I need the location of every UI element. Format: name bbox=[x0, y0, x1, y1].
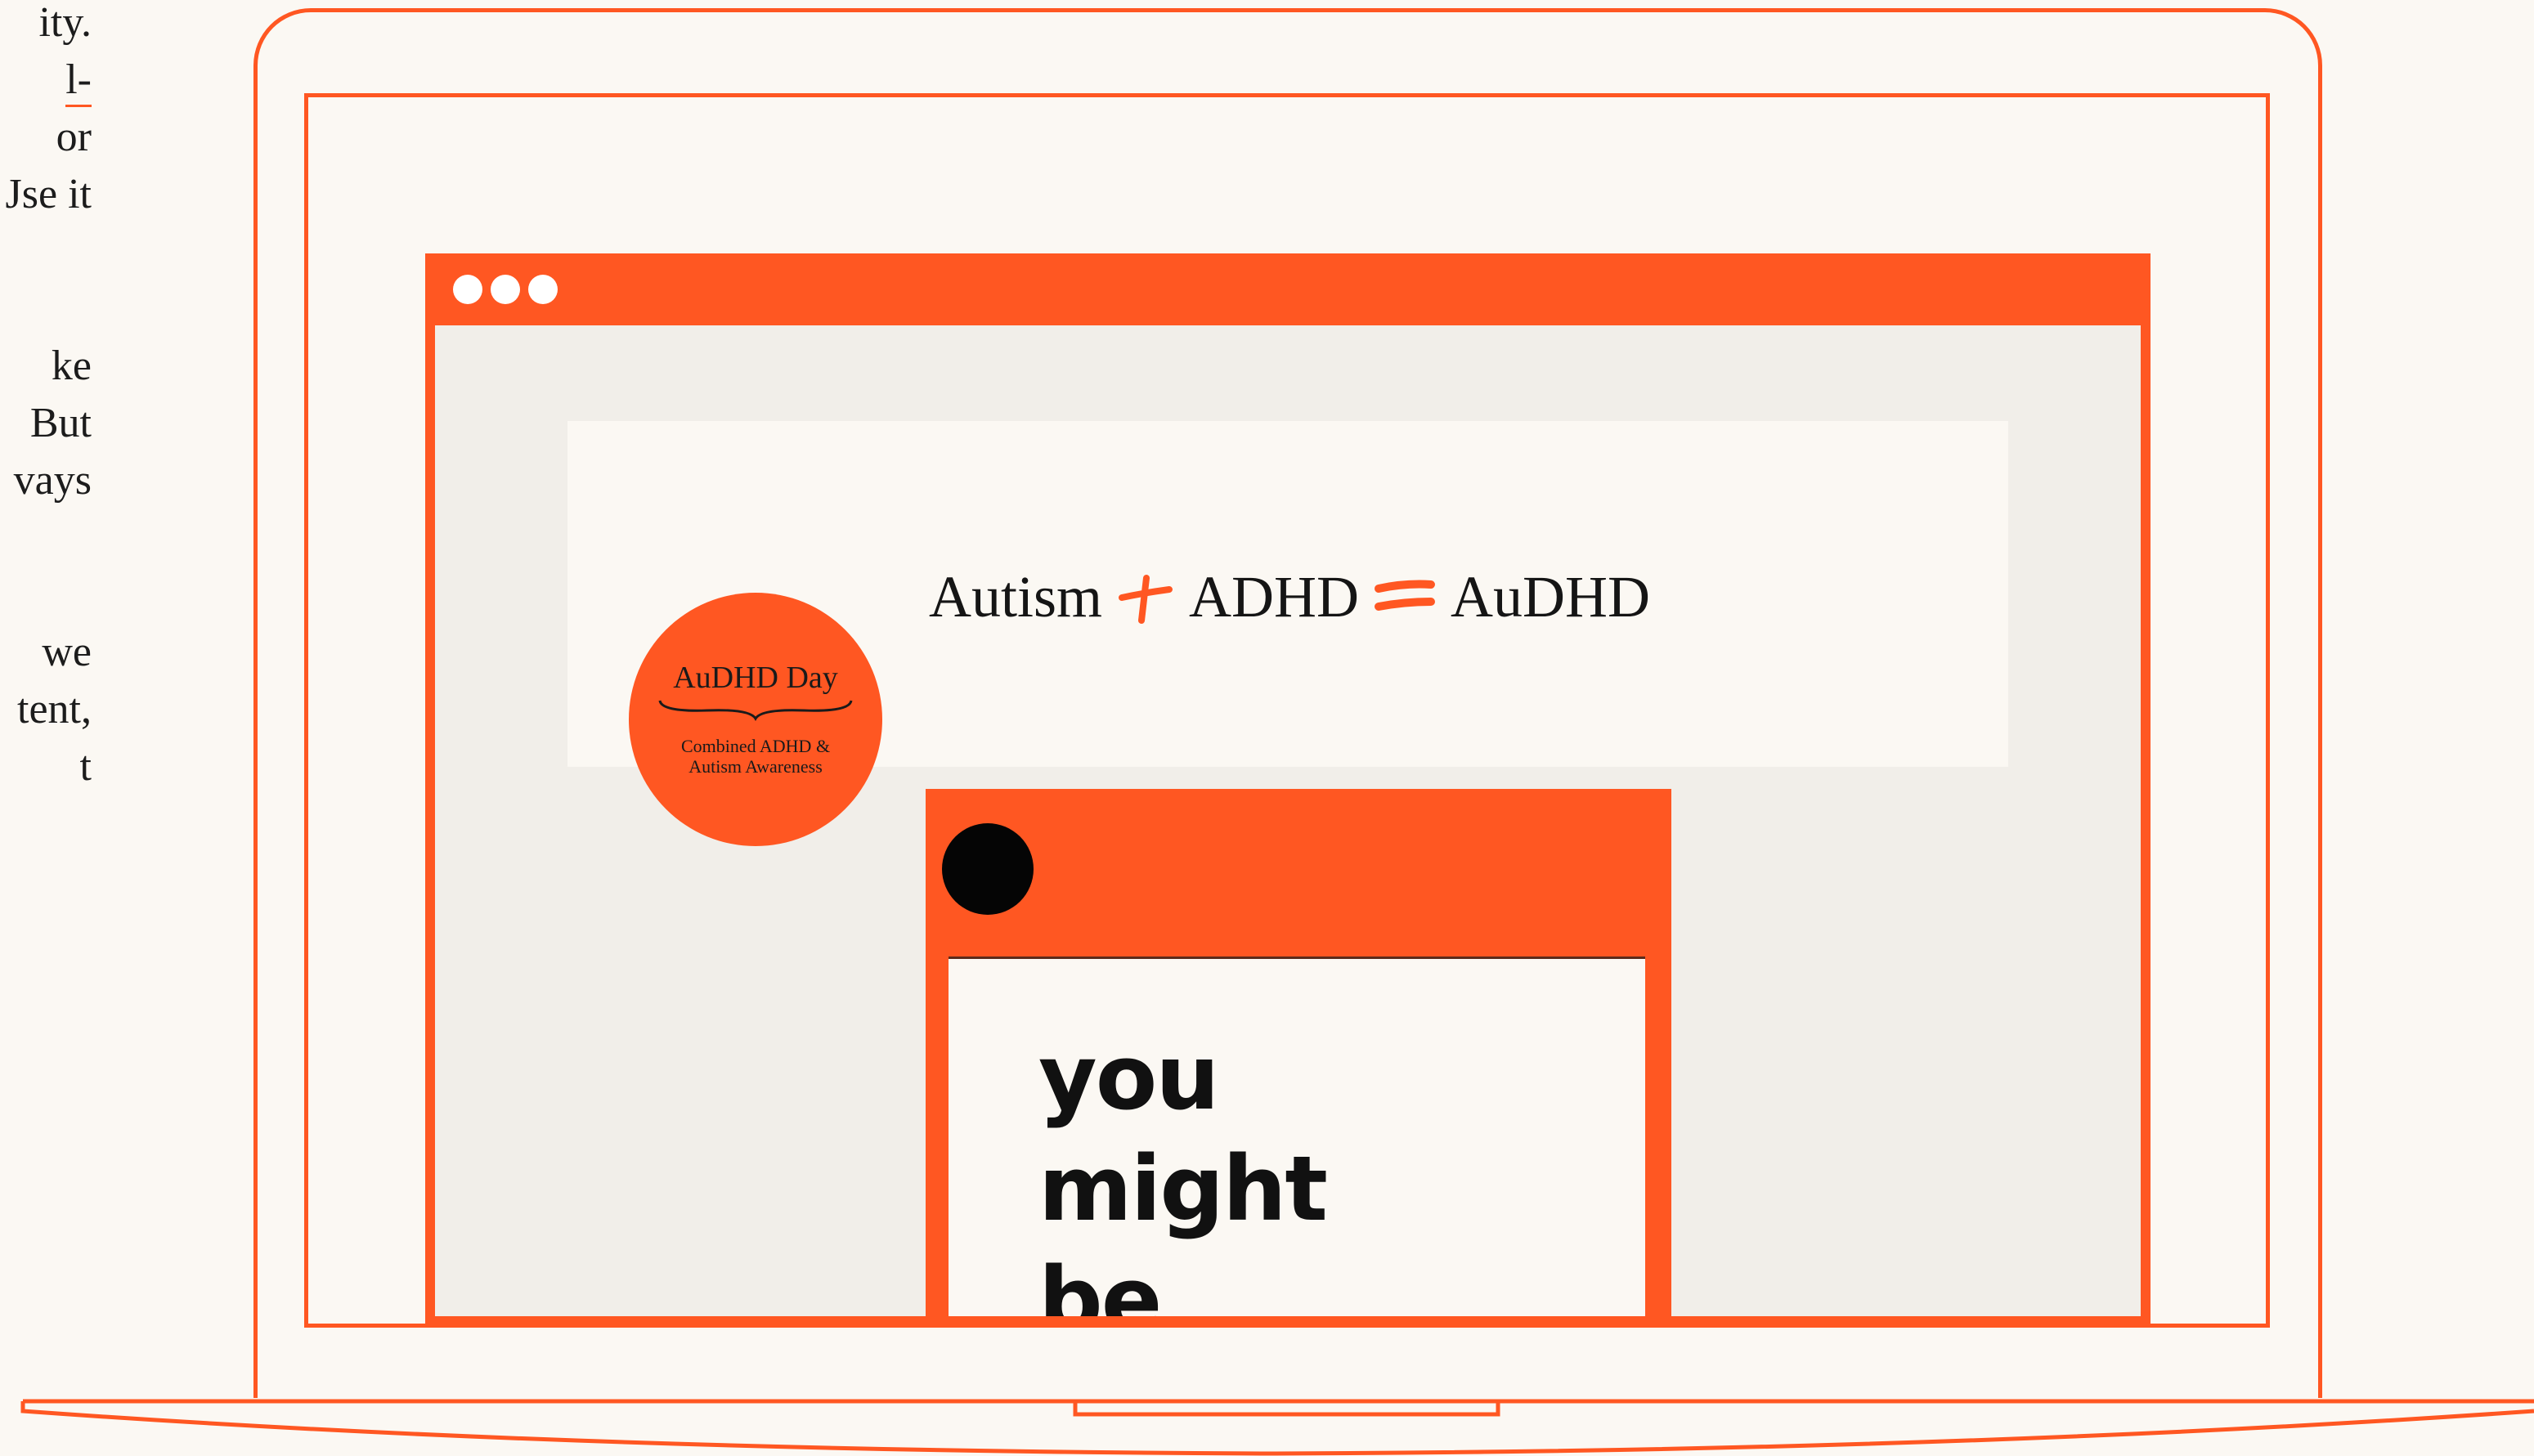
equals-brush-icon bbox=[1374, 572, 1436, 621]
article-text-column: ity. l- or Jse it ke But vays we tent, t bbox=[0, 0, 114, 801]
equation-term-autism: Autism bbox=[929, 563, 1103, 629]
post-content: you might be bbox=[949, 956, 1645, 1326]
post-word: might bbox=[1038, 1136, 1328, 1241]
badge-subtitle: Combined ADHD & Autism Awareness bbox=[629, 736, 882, 777]
social-post-card: you might be bbox=[926, 789, 1671, 1326]
article-line: ity. bbox=[38, 0, 92, 46]
auDHD-day-badge: AuDHD Day Combined ADHD & Autism Awarene… bbox=[629, 593, 882, 846]
avatar bbox=[942, 823, 1034, 915]
badge-subtitle-line: Combined ADHD & bbox=[680, 736, 831, 756]
article-line: Jse it bbox=[5, 171, 92, 217]
equation-result-audhd: AuDHD bbox=[1451, 563, 1650, 629]
article-link[interactable]: l- bbox=[65, 59, 92, 107]
article-line: But bbox=[29, 400, 92, 446]
post-word: be bbox=[1038, 1248, 1162, 1326]
laptop-base bbox=[20, 1399, 2534, 1456]
window-dot-icon bbox=[453, 275, 482, 304]
post-word: you bbox=[1038, 1025, 1220, 1130]
plus-brush-icon bbox=[1117, 568, 1174, 625]
article-line: vays bbox=[13, 457, 92, 504]
auDHD-equation: Autism ADHD AuDHD bbox=[929, 560, 1650, 634]
badge-subtitle-line: Autism Awareness bbox=[688, 756, 823, 777]
article-line: we bbox=[42, 629, 92, 675]
badge-title: AuDHD Day bbox=[673, 661, 838, 695]
browser-title-bar bbox=[435, 253, 2141, 325]
equation-term-adhd: ADHD bbox=[1189, 563, 1360, 629]
article-line: tent, bbox=[17, 686, 92, 732]
window-dot-icon bbox=[491, 275, 520, 304]
window-dot-icon bbox=[528, 275, 558, 304]
article-line: or bbox=[56, 114, 92, 160]
curly-brace-icon bbox=[658, 700, 853, 721]
browser-window-illustration: Autism ADHD AuDHD AuDHD Day Combined ADH… bbox=[425, 253, 2151, 1326]
article-line: t bbox=[79, 743, 92, 790]
article-line: ke bbox=[51, 343, 92, 389]
